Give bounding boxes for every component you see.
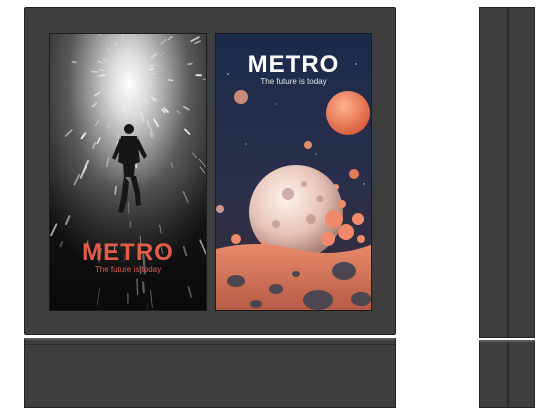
base-seam — [25, 344, 395, 345]
brand-tagline: The future is today — [260, 77, 327, 86]
left-brand-logo: METRO The future is today — [50, 240, 206, 275]
brand-tagline: The future is today — [94, 265, 162, 274]
kiosk-side-view-top — [479, 7, 535, 338]
left-display: METRO The future is today — [49, 33, 207, 311]
side-divider — [507, 342, 509, 407]
kiosk-side-view-base — [479, 340, 535, 408]
brand-wordmark: METRO — [82, 239, 174, 266]
brand-wordmark: METRO — [247, 51, 340, 78]
orange-planet — [326, 91, 370, 135]
right-display: METRO The future is today — [215, 33, 372, 311]
kiosk-front-base — [24, 338, 396, 408]
right-brand-logo: METRO The future is today — [216, 52, 371, 87]
side-divider — [507, 8, 509, 337]
